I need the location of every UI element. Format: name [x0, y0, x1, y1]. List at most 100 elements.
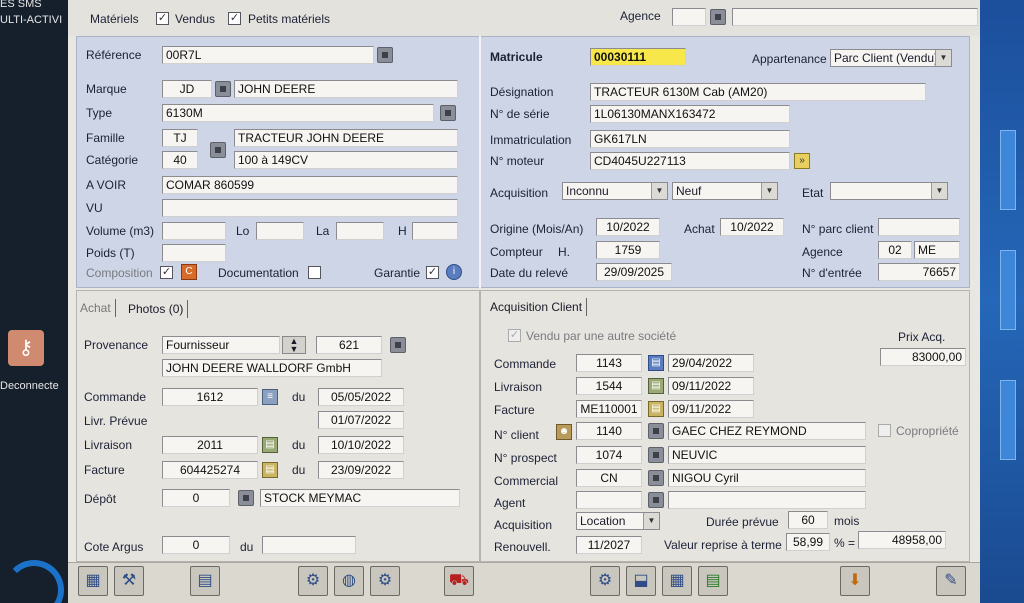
depot-name-field[interactable]: STOCK MEYMAC	[260, 489, 460, 507]
valeur-reprise-field[interactable]: 48958,00	[858, 531, 946, 549]
livraison-date-field[interactable]: 10/10/2022	[318, 436, 404, 454]
etat-select[interactable]: ▼	[830, 182, 948, 200]
categorie-name-field[interactable]: 100 à 149CV	[234, 151, 458, 169]
tab-photos[interactable]: Photos (0)	[124, 300, 189, 318]
type-lookup-button[interactable]	[440, 105, 456, 121]
h-field[interactable]	[412, 222, 458, 240]
commercial-name-field[interactable]: NIGOU Cyril	[668, 469, 866, 487]
client-commande-doc-icon[interactable]: ▤	[648, 355, 664, 371]
categorie-code-field[interactable]: 40	[162, 151, 198, 169]
stamp-icon[interactable]: ⬓	[626, 566, 656, 596]
grid-icon[interactable]: ▦	[78, 566, 108, 596]
moteur-field[interactable]: CD4045U227113	[590, 152, 790, 170]
depot-field[interactable]: 0	[162, 489, 230, 507]
person-icon[interactable]: ☻	[556, 424, 572, 440]
vendus-checkbox[interactable]: ✓	[156, 12, 169, 25]
famille-code-field[interactable]: TJ	[162, 129, 198, 147]
tab-acquisition-client[interactable]: Acquisition Client	[486, 298, 588, 316]
famille-lookup-button[interactable]	[210, 142, 226, 158]
immatriculation-field[interactable]: GK617LN	[590, 130, 790, 148]
copropriete-checkbox[interactable]	[878, 424, 891, 437]
gear-icon[interactable]: ⚙	[590, 566, 620, 596]
agence-code-field[interactable]: 02	[878, 241, 912, 259]
provenance-spinner[interactable]: ▲ ▼	[282, 336, 306, 354]
client-acquisition-select[interactable]: Location ▼	[576, 512, 660, 530]
commande-field[interactable]: 1612	[162, 388, 258, 406]
commercial-lookup-button[interactable]	[648, 470, 664, 486]
settings-tools-icon[interactable]: ⚙	[370, 566, 400, 596]
client-livraison-field[interactable]: 1544	[576, 377, 642, 395]
depot-lookup-button[interactable]	[238, 490, 254, 506]
vu-field[interactable]	[162, 199, 458, 217]
compteur-field[interactable]: 1759	[596, 241, 660, 259]
double-chevron-icon[interactable]: »	[794, 153, 810, 169]
agent-name-field[interactable]	[668, 491, 866, 509]
client-commande-field[interactable]: 1143	[576, 354, 642, 372]
agence-filter-field[interactable]	[672, 8, 706, 26]
parc-client-field[interactable]	[878, 218, 960, 236]
prospect-lookup-button[interactable]	[648, 447, 664, 463]
client-numero-field[interactable]: 1140	[576, 422, 642, 440]
matricule-field[interactable]: 00030111	[590, 48, 686, 66]
key-icon[interactable]: ⚷	[8, 330, 44, 366]
facture-date-field[interactable]: 23/09/2022	[318, 461, 404, 479]
marque-lookup-button[interactable]	[215, 81, 231, 97]
etat-neuf-select[interactable]: Neuf ▼	[672, 182, 778, 200]
livr-prevue-field[interactable]: 01/07/2022	[318, 411, 404, 429]
provenance-code-field[interactable]: 621	[316, 336, 382, 354]
serie-field[interactable]: 1L06130MANX163472	[590, 105, 790, 123]
volume-field[interactable]	[162, 222, 226, 240]
marque-name-field[interactable]: JOHN DEERE	[234, 80, 458, 98]
appartenance-select[interactable]: Parc Client (Vendu) ▼	[830, 49, 952, 67]
documentation-checkbox[interactable]	[308, 266, 321, 279]
achat-date-field[interactable]: 10/2022	[720, 218, 784, 236]
releve-field[interactable]: 29/09/2025	[596, 263, 672, 281]
client-facture-field[interactable]: ME110001	[576, 400, 642, 418]
la-field[interactable]	[336, 222, 384, 240]
tools-icon[interactable]: ⚒	[114, 566, 144, 596]
prospect-name-field[interactable]: NEUVIC	[668, 446, 866, 464]
provenance-field[interactable]: Fournisseur	[162, 336, 280, 354]
client-lookup-button[interactable]	[648, 423, 664, 439]
pen-icon[interactable]: ✎	[936, 566, 966, 596]
avoir-field[interactable]: COMAR 860599	[162, 176, 458, 194]
entree-field[interactable]: 76657	[878, 263, 960, 281]
client-facture-date-field[interactable]: 09/11/2022	[668, 400, 754, 418]
famille-name-field[interactable]: TRACTEUR JOHN DEERE	[234, 129, 458, 147]
client-livraison-doc-icon[interactable]: ▤	[648, 378, 664, 394]
tab-achat[interactable]: Achat	[76, 299, 116, 317]
search-tools-icon[interactable]: ⚙	[298, 566, 328, 596]
cote-date-field[interactable]	[262, 536, 356, 554]
globe-tools-icon[interactable]: ◍	[334, 566, 364, 596]
livraison-doc-icon[interactable]: ▤	[262, 437, 278, 453]
acquisition-select[interactable]: Inconnu ▼	[562, 182, 668, 200]
report-icon[interactable]: ▤	[698, 566, 728, 596]
garantie-checkbox[interactable]: ✓	[426, 266, 439, 279]
composition-button-icon[interactable]: C	[181, 264, 197, 280]
facture-doc-icon[interactable]: ▤	[262, 462, 278, 478]
prix-acq-field[interactable]: 83000,00	[880, 348, 966, 366]
document-icon[interactable]: ▤	[190, 566, 220, 596]
client-facture-doc-icon[interactable]: ▤	[648, 401, 664, 417]
client-commande-date-field[interactable]: 29/04/2022	[668, 354, 754, 372]
designation-field[interactable]: TRACTEUR 6130M Cab (AM20)	[590, 83, 926, 101]
agent-lookup-button[interactable]	[648, 492, 664, 508]
duree-field[interactable]: 60	[788, 511, 828, 529]
type-field[interactable]: 6130M	[162, 104, 434, 122]
commercial-code-field[interactable]: CN	[576, 469, 642, 487]
agent-code-field[interactable]	[576, 491, 642, 509]
list-icon[interactable]: ≡	[262, 389, 278, 405]
petits-materiels-checkbox[interactable]: ✓	[228, 12, 241, 25]
agence-lookup-button[interactable]	[710, 9, 726, 25]
renouvell-field[interactable]: 11/2027	[576, 536, 642, 554]
tractor-icon[interactable]: ⛟	[444, 566, 474, 596]
composition-checkbox[interactable]: ✓	[160, 266, 173, 279]
poids-field[interactable]	[162, 244, 226, 262]
download-icon[interactable]: ⬇	[840, 566, 870, 596]
reference-field[interactable]: 00R7L	[162, 46, 374, 64]
facture-field[interactable]: 604425274	[162, 461, 258, 479]
cote-argus-field[interactable]: 0	[162, 536, 230, 554]
agence-name-field[interactable]	[732, 8, 978, 26]
commande-date-field[interactable]: 05/05/2022	[318, 388, 404, 406]
info-icon[interactable]: i	[446, 264, 462, 280]
